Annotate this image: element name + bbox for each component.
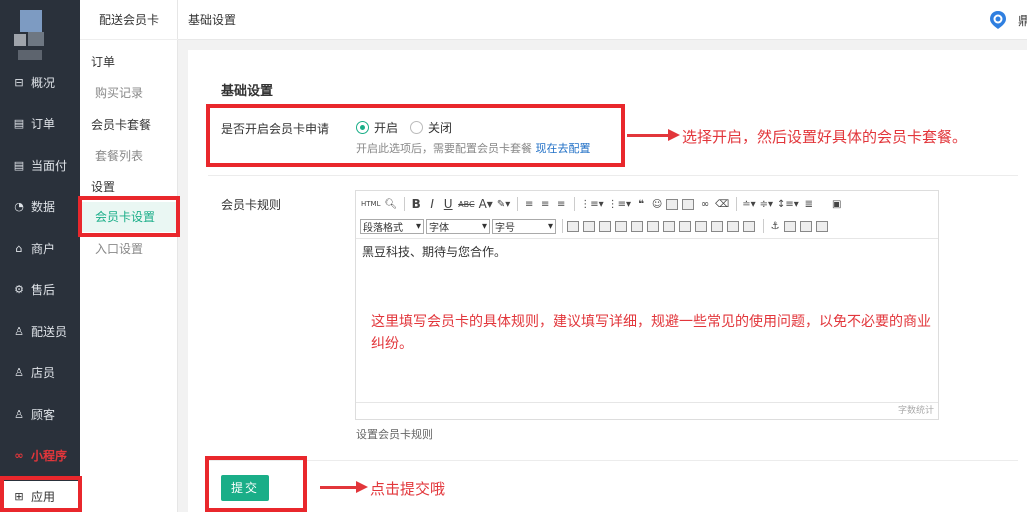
- pay-icon: ▤: [13, 158, 25, 172]
- nav-item-courier[interactable]: ♙ 配送员: [0, 316, 80, 346]
- table-delete-col-icon[interactable]: [695, 220, 707, 232]
- subnav-item-package-list[interactable]: 套餐列表: [95, 147, 143, 164]
- align-center-icon[interactable]: ≡: [538, 196, 552, 212]
- nav-item-data[interactable]: ◔ 数据: [0, 191, 80, 221]
- courier-icon: ♙: [14, 324, 24, 338]
- page-title: 基础设置: [188, 13, 237, 27]
- nav-item-pay[interactable]: ▤ 当面付: [0, 150, 80, 180]
- anchor-icon[interactable]: ⚓: [768, 218, 782, 234]
- subnav-group-orders: 订单: [91, 55, 116, 69]
- nav-item-overview[interactable]: ⊟ 概况: [0, 67, 80, 97]
- highlight-card-settings: [78, 196, 180, 237]
- dashboard-icon: ⊟: [14, 75, 24, 89]
- fullscreen-icon[interactable]: ▣: [830, 196, 844, 212]
- html-source-button[interactable]: HTML: [360, 196, 381, 212]
- user-avatar-icon[interactable]: [988, 10, 1008, 30]
- emoji-icon[interactable]: ☺: [650, 196, 664, 212]
- table-col-left-icon[interactable]: [615, 220, 627, 232]
- top-bar: 基础设置 鼎: [178, 0, 1027, 40]
- table-delete-row-icon[interactable]: [679, 220, 691, 232]
- left-nav: ⊟ 概况 ▤ 订单 ▤ 当面付 ◔ 数据 ⌂ 商户 ⚙ 售后 ♙ 配送员 ♙ 店员 ♙ 顾客 ∞ 小…: [0, 0, 80, 512]
- sub-nav: 配送会员卡 订单 购买记录 会员卡套餐 套餐列表 设置 会员卡设置 入口设置: [80, 0, 178, 512]
- underline-button[interactable]: U: [441, 196, 455, 212]
- rules-annotation: 这里填写会员卡的具体规则，建议填写详细，规避一些常见的使用问题，以免不必要的商业…: [371, 314, 931, 352]
- clerk-icon: ♙: [14, 365, 24, 379]
- table-props-icon[interactable]: [727, 220, 739, 232]
- find-icon[interactable]: 🔍︎: [383, 196, 398, 212]
- ordered-list-icon[interactable]: ⋮≡▾: [579, 196, 604, 212]
- highlight-enable-row: [206, 104, 625, 167]
- miniapp-icon: ∞: [14, 448, 24, 462]
- table-cell-icon[interactable]: [743, 220, 755, 232]
- submit-annotation: 点击提交哦: [370, 480, 446, 498]
- paragraph-spacing-icon[interactable]: ≑▾: [759, 196, 774, 212]
- order-icon: ▤: [13, 116, 25, 130]
- bold-button[interactable]: B: [409, 196, 423, 212]
- nav-item-merchant[interactable]: ⌂ 商户: [0, 233, 80, 263]
- nav-item-orders[interactable]: ▤ 订单: [0, 108, 80, 138]
- rich-text-editor[interactable]: HTML 🔍︎ B I U ABC A▾ ✎▾ ≡ ≡ ≡ ⋮≡▾ ⋮≡▾ ❝ …: [355, 190, 939, 420]
- subnav-group-packages: 会员卡套餐: [91, 118, 152, 132]
- enable-annotation: 选择开启，然后设置好具体的会员卡套餐。: [682, 128, 968, 146]
- video-icon[interactable]: [682, 198, 695, 210]
- font-color-button[interactable]: A▾: [478, 196, 494, 212]
- strike-button[interactable]: ABC: [457, 196, 475, 212]
- table-delete-icon[interactable]: [711, 220, 723, 232]
- customer-icon: ♙: [14, 407, 24, 421]
- highlight-apps: [0, 476, 82, 512]
- table-row-below-icon[interactable]: [599, 220, 611, 232]
- align-right-icon[interactable]: ≡: [554, 196, 568, 212]
- subnav-item-entry-settings[interactable]: 入口设置: [95, 240, 143, 257]
- shop-icon: ⌂: [15, 241, 23, 255]
- rules-help: 设置会员卡规则: [356, 428, 433, 441]
- indent-icon[interactable]: ↕≡▾: [776, 196, 800, 212]
- line-height-icon[interactable]: ≐▾: [741, 196, 756, 212]
- preview-icon[interactable]: [784, 220, 796, 232]
- nav-item-aftersale[interactable]: ⚙ 售后: [0, 274, 80, 304]
- arrow-icon: [627, 129, 680, 141]
- table-split-icon[interactable]: [663, 220, 675, 232]
- eraser-icon[interactable]: ⌫: [714, 196, 730, 212]
- store-logo: [14, 10, 48, 60]
- print-icon[interactable]: [800, 220, 812, 232]
- nav-item-customer[interactable]: ♙ 顾客: [0, 399, 80, 429]
- template-icon[interactable]: [816, 220, 828, 232]
- font-size-select[interactable]: 字号 ▾: [492, 218, 556, 234]
- word-count: 字数统计: [356, 402, 938, 420]
- table-merge-icon[interactable]: [647, 220, 659, 232]
- format-painter-icon[interactable]: ≣: [802, 196, 816, 212]
- service-icon: ⚙: [14, 282, 24, 296]
- highlight-submit: [205, 456, 307, 512]
- subnav-title: 配送会员卡: [80, 0, 178, 40]
- editor-toolbar-2: 段落格式 ▾ 字体 ▾ 字号 ▾ ⚓: [356, 215, 938, 237]
- editor-content[interactable]: 黑豆科技、期待与您合作。: [362, 243, 506, 260]
- table-col-right-icon[interactable]: [631, 220, 643, 232]
- highlight-icon[interactable]: ✎▾: [496, 196, 511, 212]
- table-row-above-icon[interactable]: [583, 220, 595, 232]
- align-left-icon[interactable]: ≡: [522, 196, 536, 212]
- font-family-select[interactable]: 字体 ▾: [426, 218, 490, 234]
- user-name[interactable]: 鼎: [1018, 12, 1027, 29]
- section-title: 基础设置: [221, 84, 274, 99]
- paragraph-format-select[interactable]: 段落格式 ▾: [360, 218, 424, 234]
- subnav-item-purchase-records[interactable]: 购买记录: [95, 84, 143, 101]
- image-icon[interactable]: [666, 198, 679, 210]
- data-icon: ◔: [14, 199, 24, 213]
- italic-button[interactable]: I: [425, 196, 439, 212]
- nav-item-clerk[interactable]: ♙ 店员: [0, 357, 80, 387]
- subnav-group-settings: 设置: [91, 180, 116, 194]
- table-insert-icon[interactable]: [567, 220, 579, 232]
- rules-label: 会员卡规则: [221, 198, 282, 212]
- editor-toolbar-1: HTML 🔍︎ B I U ABC A▾ ✎▾ ≡ ≡ ≡ ⋮≡▾ ⋮≡▾ ❝ …: [356, 193, 938, 215]
- divider: [208, 175, 1018, 176]
- link-icon[interactable]: ∞: [698, 196, 712, 212]
- nav-item-miniapp[interactable]: ∞ 小程序: [0, 440, 80, 470]
- unordered-list-icon[interactable]: ⋮≡▾: [607, 196, 632, 212]
- quote-icon[interactable]: ❝: [634, 196, 648, 212]
- divider: [208, 460, 1018, 461]
- arrow-icon: [320, 481, 368, 493]
